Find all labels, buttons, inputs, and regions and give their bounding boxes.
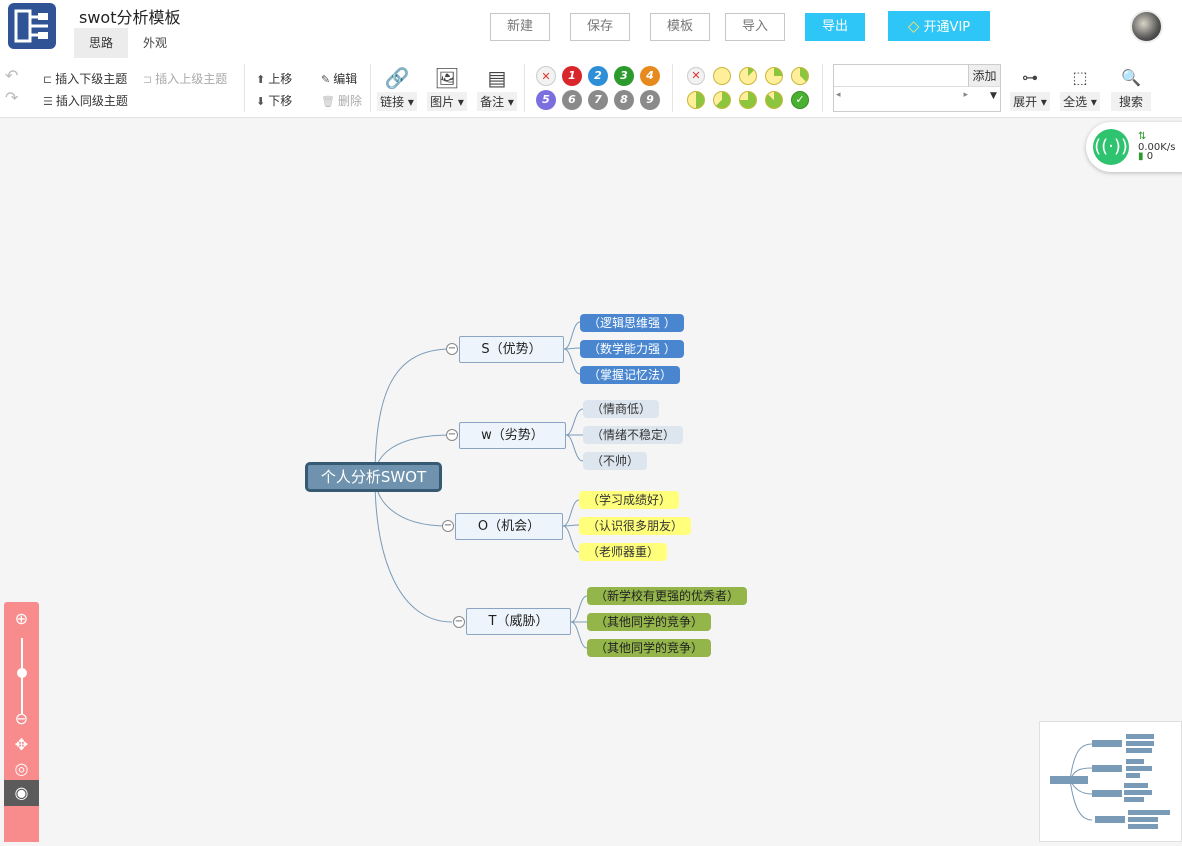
wifi-icon: ((·)): [1093, 129, 1129, 165]
leaf-node[interactable]: （情绪不稳定）: [583, 426, 684, 444]
network-monitor-widget[interactable]: ((·)) ⇅ 0.00K/s ▮ 0: [1086, 122, 1182, 172]
leaf-node[interactable]: （老师器重）: [579, 543, 668, 561]
leaf-node[interactable]: （掌握记忆法）: [580, 366, 681, 384]
eye-icon[interactable]: ◉: [4, 780, 39, 806]
minimap[interactable]: [1039, 721, 1182, 842]
leaf-node[interactable]: （情商低）: [583, 400, 660, 418]
collapse-t-toggle[interactable]: −: [453, 616, 465, 628]
leaf-node[interactable]: （其他同学的竞争）: [587, 639, 712, 657]
move-canvas-icon[interactable]: ✥: [12, 735, 31, 754]
zoom-slider-thumb[interactable]: [17, 668, 27, 678]
collapse-s-toggle[interactable]: −: [446, 343, 458, 355]
branch-node-t[interactable]: T（威胁）: [466, 608, 571, 635]
branch-node-o[interactable]: O（机会）: [455, 513, 563, 540]
leaf-node[interactable]: （学习成绩好）: [579, 491, 680, 509]
leaf-node[interactable]: （逻辑思维强 ）: [580, 314, 684, 332]
collapse-w-toggle[interactable]: −: [446, 429, 458, 441]
collapse-o-toggle[interactable]: −: [442, 520, 454, 532]
leaf-node[interactable]: （新学校有更强的优秀者）: [587, 587, 748, 605]
network-count: ▮ 0: [1138, 151, 1154, 162]
branch-node-w[interactable]: w（劣势）: [459, 422, 566, 449]
branch-node-s[interactable]: S（优势）: [459, 336, 564, 363]
locate-center-icon[interactable]: ◎: [12, 759, 31, 778]
leaf-node[interactable]: （不帅）: [583, 452, 648, 470]
leaf-node[interactable]: （其他同学的竞争）: [587, 613, 712, 631]
zoom-panel: ⊕ ⊖ ✥ ◎ ◉: [4, 602, 39, 842]
mindmap-connectors: [374, 321, 588, 649]
zoom-in-icon[interactable]: ⊕: [12, 609, 31, 628]
network-count-value: 0: [1146, 151, 1154, 162]
zoom-out-icon[interactable]: ⊖: [12, 709, 31, 728]
leaf-node[interactable]: （数学能力强 ）: [580, 340, 684, 358]
network-speed: ⇅ 0.00K/s: [1138, 131, 1176, 153]
mindmap-root-node[interactable]: 个人分析SWOT: [305, 462, 442, 492]
leaf-node[interactable]: （认识很多朋友）: [579, 517, 692, 535]
